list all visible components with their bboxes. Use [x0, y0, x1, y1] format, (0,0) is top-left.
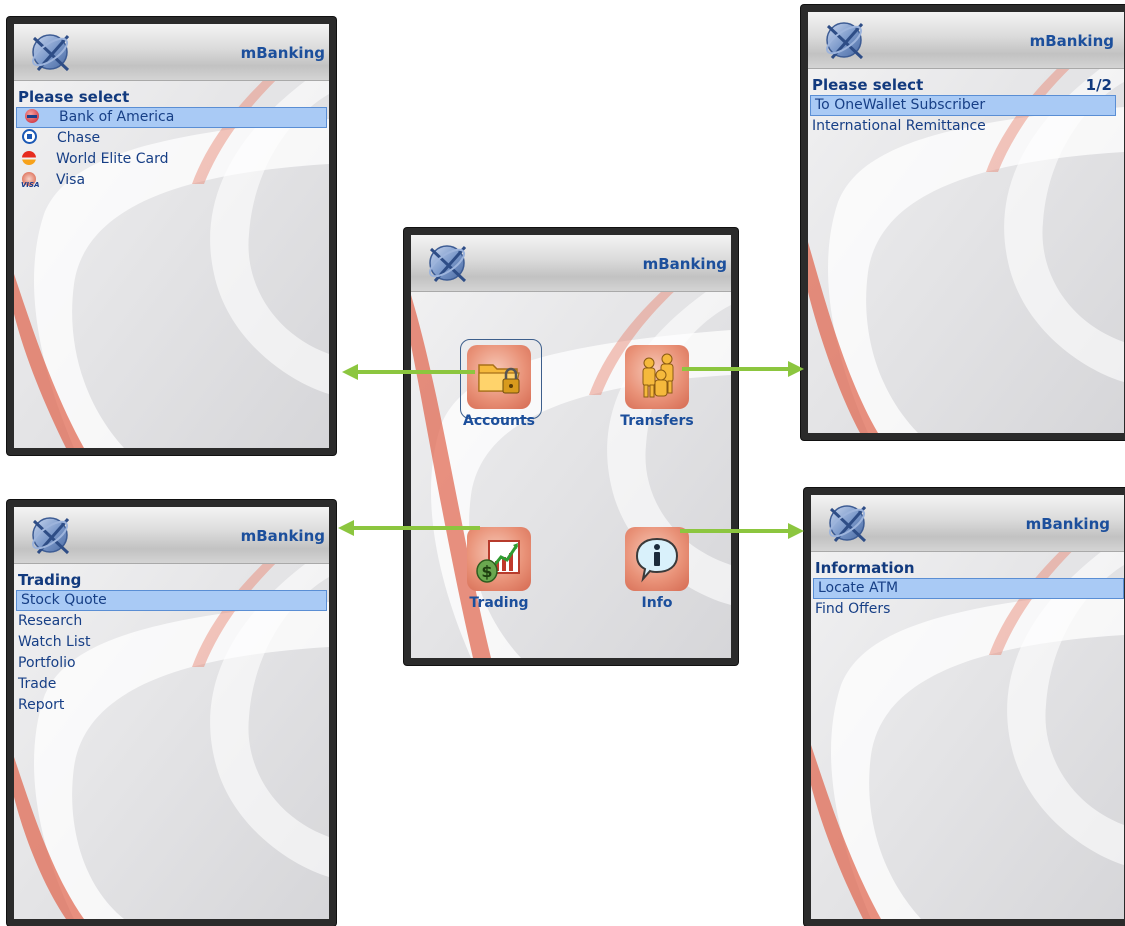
app-logo-icon [828, 505, 867, 543]
section-title: Please select 1/2 [808, 75, 1124, 95]
bank-of-america-icon [25, 108, 39, 123]
tile-label: Info [641, 595, 673, 611]
list-item-label: Bank of America [59, 109, 175, 125]
list-item-portfolio[interactable]: Portfolio [14, 653, 329, 674]
arrow-to-info [680, 523, 804, 539]
app-logo-icon [31, 34, 70, 72]
section-title: Please select [18, 88, 130, 106]
app-header: mBanking [14, 507, 329, 564]
info-screen: mBanking Information Locate ATM Find Off… [804, 488, 1125, 926]
app-header: mBanking [411, 235, 731, 292]
app-logo-icon [428, 245, 467, 283]
list-item-world-elite-card[interactable]: World Elite Card [14, 149, 329, 170]
list-item-label: World Elite Card [56, 151, 169, 167]
list-item-international-remittance[interactable]: International Remittance [808, 116, 1124, 137]
app-header: mBanking [14, 24, 329, 81]
page-indicator: 1/2 [1085, 76, 1112, 94]
list-item-bank-of-america[interactable]: Bank of America [16, 107, 327, 128]
app-title: mBanking [1029, 32, 1114, 50]
svg-text:$: $ [481, 562, 492, 581]
list-item-report[interactable]: Report [14, 695, 329, 716]
list-item-label: Visa [56, 172, 86, 188]
trading-screen: mBanking Trading Stock Quote Research Wa… [7, 500, 336, 926]
list-item-chase[interactable]: Chase [14, 128, 329, 149]
list-item-stock-quote[interactable]: Stock Quote [16, 590, 327, 611]
transfers-screen: mBanking Please select 1/2 To OneWallet … [801, 5, 1125, 440]
tile-label: Accounts [462, 413, 535, 429]
list-item-onewallet-subscriber[interactable]: To OneWallet Subscriber [810, 95, 1116, 116]
app-logo-icon [31, 517, 70, 555]
accounts-screen: mBanking Please select Bank of America C… [7, 17, 336, 455]
arrow-to-transfers [682, 361, 804, 377]
list-item-trade[interactable]: Trade [14, 674, 329, 695]
visa-icon: VISA [21, 171, 39, 189]
mastercard-icon [22, 150, 36, 165]
list-item-visa[interactable]: VISA Visa [14, 170, 329, 191]
arrow-to-accounts [342, 364, 475, 380]
section-title: Information [815, 559, 915, 577]
list-item-label: Chase [57, 130, 101, 146]
app-logo-icon [825, 22, 864, 60]
tile-label: Trading [469, 595, 529, 611]
app-header: mBanking [808, 12, 1124, 69]
accounts-tile[interactable]: Accounts [449, 345, 549, 429]
app-title: mBanking [240, 44, 325, 62]
list-item-locate-atm[interactable]: Locate ATM [813, 578, 1124, 599]
section-title-text: Please select [812, 76, 924, 94]
main-menu-screen: mBanking Accounts Transfers $ Trading In… [404, 228, 738, 665]
list-item-research[interactable]: Research [14, 611, 329, 632]
list-item-find-offers[interactable]: Find Offers [811, 599, 1124, 620]
app-title: mBanking [240, 527, 325, 545]
list-item-watch-list[interactable]: Watch List [14, 632, 329, 653]
app-title: mBanking [642, 255, 727, 273]
tile-label: Transfers [620, 413, 694, 429]
arrow-to-trading [338, 520, 480, 536]
chase-icon [22, 129, 37, 144]
app-header: mBanking [811, 495, 1124, 552]
section-title: Trading [18, 571, 82, 589]
app-title: mBanking [1025, 515, 1110, 533]
